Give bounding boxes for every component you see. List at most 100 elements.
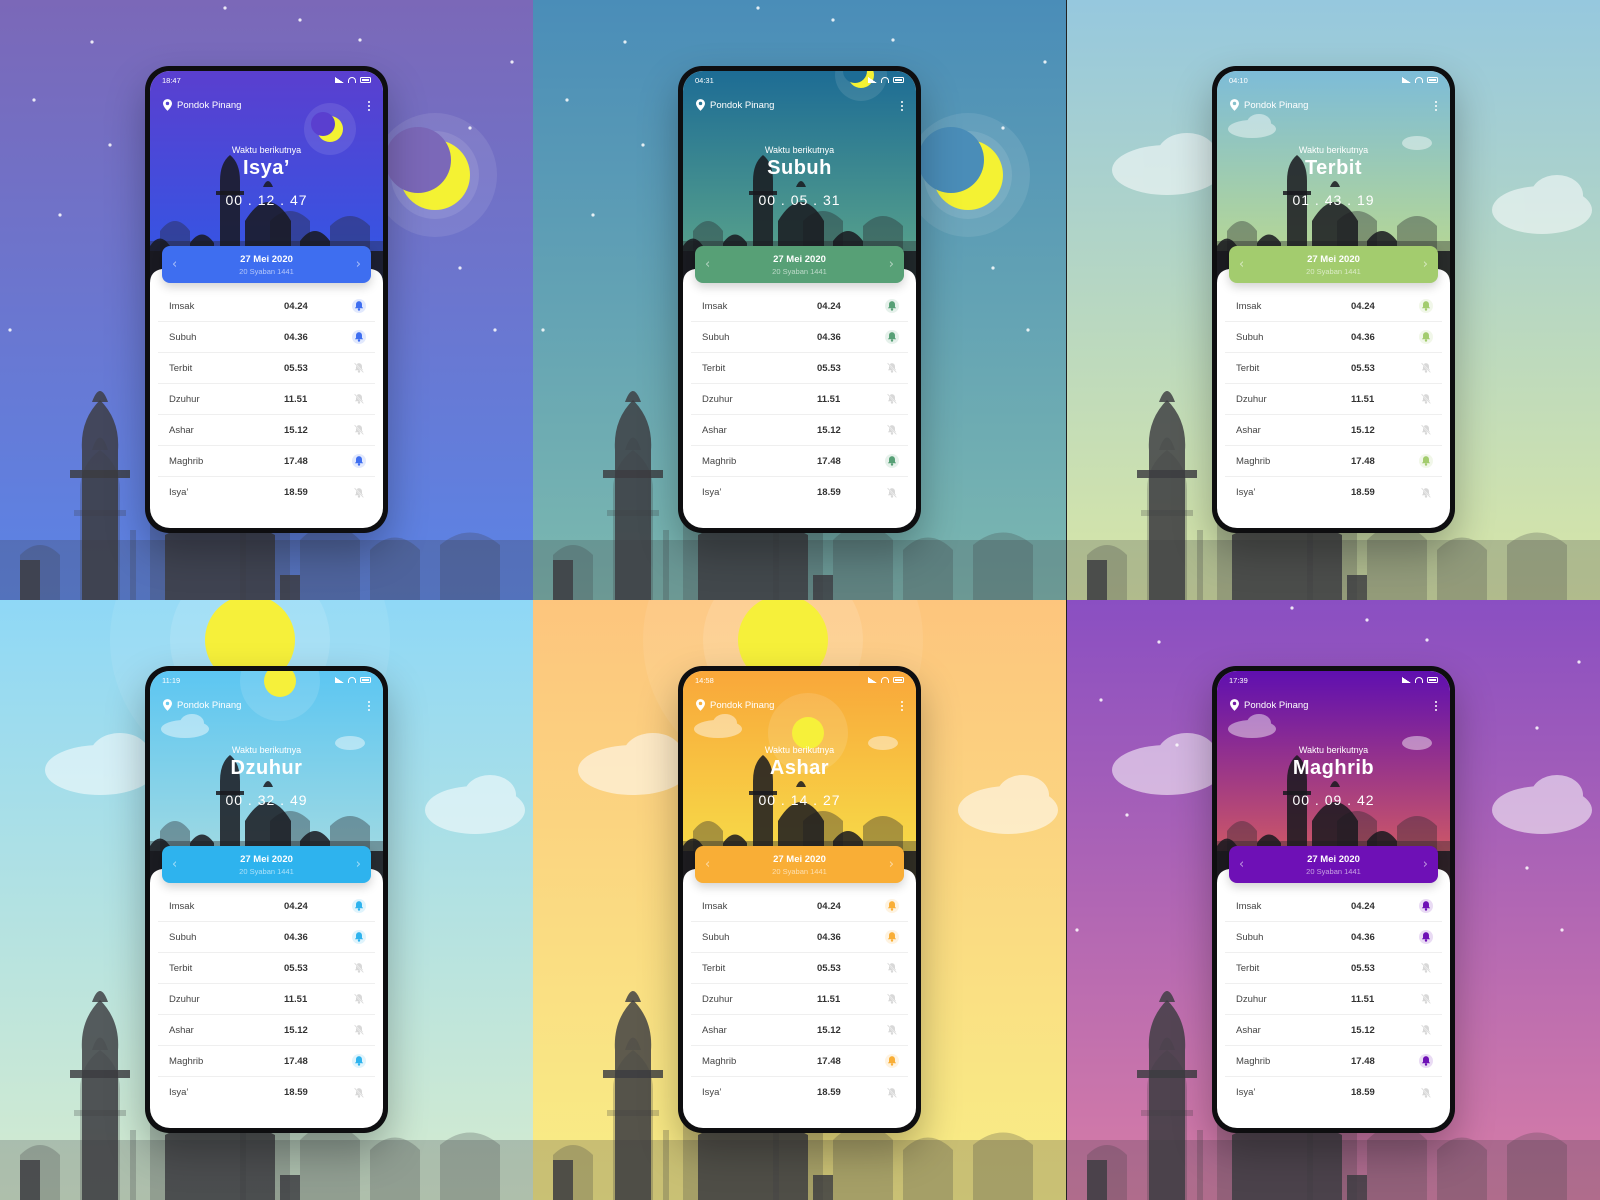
alarm-off-bell-icon[interactable] [1419,361,1433,375]
app-screen: 04:10 Pondok Pinang Waktu berikutnya Ter [1217,71,1450,528]
prayer-name: Maghrib [702,455,737,467]
more-menu-icon[interactable] [900,101,904,111]
alarm-off-bell-icon[interactable] [885,961,899,975]
alarm-on-bell-icon[interactable] [352,1054,366,1068]
hero-header: 04:31 Pondok Pinang Waktu berikutnya Sub [683,71,916,283]
more-menu-icon[interactable] [367,701,371,711]
alarm-on-bell-icon[interactable] [885,930,899,944]
next-day-button[interactable]: › [889,857,894,872]
signal-icon [868,77,877,83]
alarm-on-bell-icon[interactable] [1419,454,1433,468]
alarm-off-bell-icon[interactable] [1419,486,1433,500]
more-menu-icon[interactable] [1434,701,1438,711]
location-selector[interactable]: Pondok Pinang [696,99,774,111]
next-day-button[interactable]: › [356,857,361,872]
alarm-on-bell-icon[interactable] [885,899,899,913]
alarm-on-bell-icon[interactable] [885,330,899,344]
next-prayer-caption: Waktu berikutnya [764,745,835,755]
prayer-row-terbit: Terbit 05.53 [691,953,908,984]
prayer-name: Imsak [169,300,195,312]
prayer-row-dzuhur: Dzuhur 11.51 [1225,984,1442,1015]
location-selector[interactable]: Pondok Pinang [696,699,774,711]
countdown-timer: 00 . 14 . 27 [758,792,841,808]
alarm-on-bell-icon[interactable] [352,899,366,913]
alarm-on-bell-icon[interactable] [1419,1054,1433,1068]
prev-day-button[interactable]: ‹ [705,857,710,872]
alarm-off-bell-icon[interactable] [352,361,366,375]
countdown-timer: 00 . 09 . 42 [1292,792,1375,808]
location-pin-icon [163,99,172,111]
more-menu-icon[interactable] [1434,101,1438,111]
prev-day-button[interactable]: ‹ [705,257,710,272]
prayer-time: 04.24 [1351,900,1375,912]
alarm-off-bell-icon[interactable] [885,1086,899,1100]
alarm-off-bell-icon[interactable] [352,392,366,406]
prayer-name: Subuh [1236,331,1264,343]
prayer-time: 15.12 [817,424,841,436]
alarm-on-bell-icon[interactable] [1419,899,1433,913]
alarm-off-bell-icon[interactable] [352,423,366,437]
hijri-date: 20 Syaban 1441 [239,266,294,276]
alarm-off-bell-icon[interactable] [885,423,899,437]
alarm-off-bell-icon[interactable] [885,361,899,375]
alarm-off-bell-icon[interactable] [352,992,366,1006]
alarm-on-bell-icon[interactable] [352,930,366,944]
wifi-icon [881,677,889,683]
prayer-time: 05.53 [1351,362,1375,374]
wifi-icon [881,77,889,83]
prev-day-button[interactable]: ‹ [172,257,177,272]
prayer-row-subuh: Subuh 04.36 [158,322,375,353]
alarm-off-bell-icon[interactable] [352,1086,366,1100]
prayer-name: Ashar [1236,1024,1261,1036]
prayer-name: Isya’ [702,1087,722,1098]
more-menu-icon[interactable] [900,701,904,711]
prayer-row-maghrib: Maghrib 17.48 [1225,446,1442,477]
alarm-on-bell-icon[interactable] [1419,299,1433,313]
more-menu-icon[interactable] [367,101,371,111]
status-icons [1402,677,1438,683]
date-selector: ‹ 27 Mei 2020 20 Syaban 1441 › [695,846,904,883]
alarm-on-bell-icon[interactable] [352,454,366,468]
alarm-off-bell-icon[interactable] [885,992,899,1006]
alarm-off-bell-icon[interactable] [885,486,899,500]
alarm-off-bell-icon[interactable] [1419,392,1433,406]
next-day-button[interactable]: › [1423,257,1428,272]
signal-icon [1402,677,1411,683]
alarm-on-bell-icon[interactable] [885,454,899,468]
alarm-on-bell-icon[interactable] [352,330,366,344]
alarm-on-bell-icon[interactable] [352,299,366,313]
alarm-off-bell-icon[interactable] [1419,1023,1433,1037]
alarm-off-bell-icon[interactable] [885,1023,899,1037]
alarm-on-bell-icon[interactable] [885,1054,899,1068]
alarm-off-bell-icon[interactable] [1419,423,1433,437]
alarm-off-bell-icon[interactable] [352,486,366,500]
location-selector[interactable]: Pondok Pinang [163,699,241,711]
alarm-off-bell-icon[interactable] [1419,1086,1433,1100]
location-pin-icon [1230,99,1239,111]
alarm-off-bell-icon[interactable] [1419,992,1433,1006]
next-prayer-caption: Waktu berikutnya [231,145,302,155]
alarm-off-bell-icon[interactable] [352,961,366,975]
alarm-on-bell-icon[interactable] [1419,930,1433,944]
next-day-button[interactable]: › [889,257,894,272]
prayer-name: Maghrib [169,455,204,467]
alarm-off-bell-icon[interactable] [885,392,899,406]
alarm-off-bell-icon[interactable] [1419,961,1433,975]
tile-ashar: 14:58 Pondok Pinang Waktu berikutnya Ash [533,600,1066,1200]
location-selector[interactable]: Pondok Pinang [1230,99,1308,111]
alarm-off-bell-icon[interactable] [352,1023,366,1037]
alarm-on-bell-icon[interactable] [1419,330,1433,344]
prayer-time: 04.24 [817,300,841,312]
alarm-on-bell-icon[interactable] [885,299,899,313]
next-day-button[interactable]: › [356,257,361,272]
wifi-icon [348,677,356,683]
next-day-button[interactable]: › [1423,857,1428,872]
prev-day-button[interactable]: ‹ [1239,257,1244,272]
prayer-time: 04.36 [284,931,308,943]
prev-day-button[interactable]: ‹ [172,857,177,872]
location-selector[interactable]: Pondok Pinang [1230,699,1308,711]
status-bar: 04:10 [1217,71,1450,89]
prayer-row-subuh: Subuh 04.36 [1225,922,1442,953]
location-selector[interactable]: Pondok Pinang [163,99,241,111]
prev-day-button[interactable]: ‹ [1239,857,1244,872]
